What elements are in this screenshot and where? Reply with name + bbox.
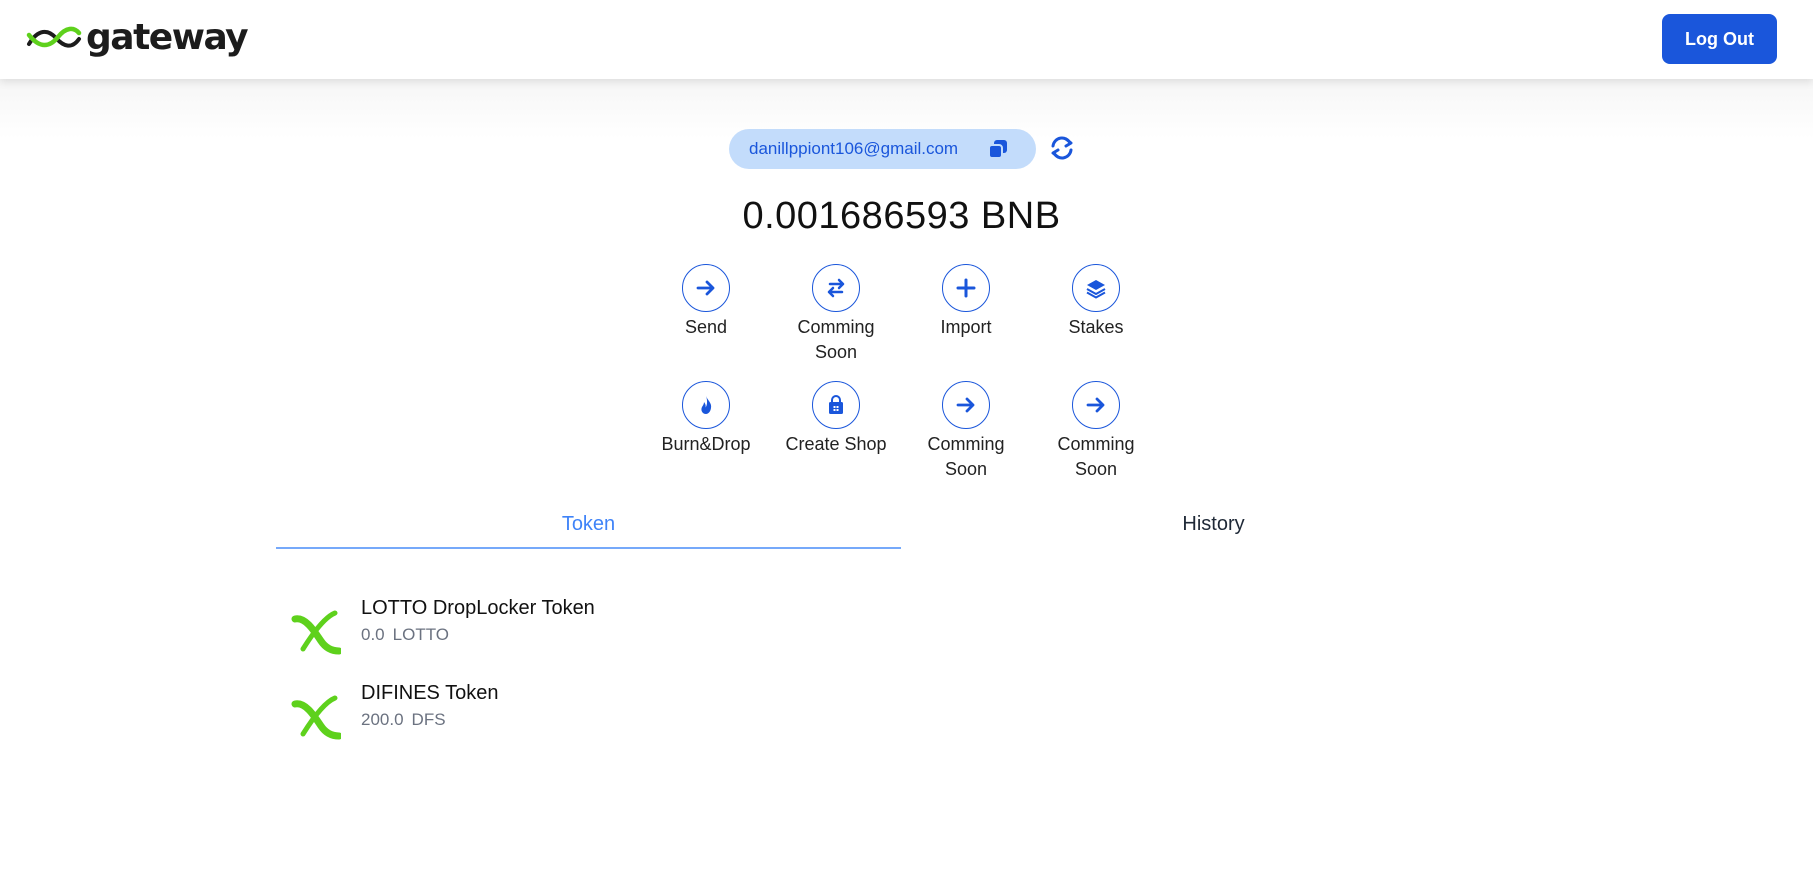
send-button[interactable]: Send	[636, 264, 776, 340]
action-circle	[1072, 381, 1120, 429]
action-circle	[812, 381, 860, 429]
refresh-icon[interactable]	[1049, 135, 1075, 161]
layers-icon	[1086, 280, 1106, 299]
comming-soon-button-2[interactable]: Comming Soon	[1026, 381, 1166, 482]
arrow-right-icon	[696, 280, 715, 296]
swap-comming-soon-button[interactable]: Comming Soon	[766, 264, 906, 365]
token-name: LOTTO DropLocker Token	[361, 597, 595, 619]
action-circle	[942, 381, 990, 429]
action-circle	[682, 264, 730, 312]
tab-history[interactable]: History	[901, 499, 1526, 549]
action-circle	[812, 264, 860, 312]
logo-text: gateway	[86, 17, 249, 58]
plus-icon	[956, 278, 976, 298]
email-pill: danillppiont106@gmail.com	[729, 129, 1036, 169]
wallet-balance: 0.001686593 BNB	[742, 195, 1061, 237]
account-email: danillppiont106@gmail.com	[749, 139, 959, 158]
action-circle	[682, 381, 730, 429]
token-amount: 200.0	[361, 710, 404, 729]
action-circle	[1072, 264, 1120, 312]
arrow-right-icon	[1086, 397, 1105, 413]
token-name: DIFINES Token	[361, 682, 499, 704]
gateway-logo-mark-icon	[26, 26, 82, 48]
burn-drop-button[interactable]: Burn&Drop	[636, 381, 776, 457]
arrow-right-icon	[956, 397, 975, 413]
tab-token[interactable]: Token	[276, 499, 901, 549]
action-label: Burn&Drop	[661, 434, 751, 454]
comming-soon-button-1[interactable]: Comming Soon	[896, 381, 1036, 482]
action-label: Comming Soon	[927, 434, 1005, 479]
wallet-tabs: Token History	[276, 499, 1526, 549]
fire-icon	[701, 396, 712, 414]
action-label: Import	[940, 317, 992, 337]
token-symbol: LOTTO	[392, 625, 450, 644]
token-list-item[interactable]: DIFINES Token 200.0 DFS	[286, 682, 886, 744]
action-label: Comming Soon	[1057, 434, 1135, 479]
token-balance: 0.0 LOTTO	[361, 625, 457, 645]
token-symbol: DFS	[411, 710, 446, 729]
stakes-button[interactable]: Stakes	[1026, 264, 1166, 340]
gateway-logo[interactable]: gateway	[26, 16, 249, 60]
action-label: Create Shop	[785, 434, 887, 454]
logout-button[interactable]: Log Out	[1662, 14, 1777, 64]
copy-icon[interactable]	[987, 138, 1009, 160]
top-bar: gateway Log Out	[0, 0, 1813, 79]
wallet-main: danillppiont106@gmail.com 0.001686593 BN…	[0, 79, 1813, 895]
action-label: Send	[684, 317, 728, 337]
create-shop-button[interactable]: Create Shop	[766, 381, 906, 457]
token-list-item[interactable]: LOTTO DropLocker Token 0.0 LOTTO	[286, 597, 886, 659]
action-circle	[942, 264, 990, 312]
swap-arrows-icon	[827, 278, 845, 298]
token-amount: 0.0	[361, 625, 385, 644]
token-logo-icon	[291, 695, 341, 740]
import-button[interactable]: Import	[896, 264, 1036, 340]
action-label: Comming Soon	[797, 317, 875, 362]
token-logo-icon	[291, 610, 341, 655]
token-balance: 200.0 DFS	[361, 710, 454, 730]
shopping-bag-icon	[829, 395, 843, 414]
action-label: Stakes	[1068, 317, 1124, 337]
